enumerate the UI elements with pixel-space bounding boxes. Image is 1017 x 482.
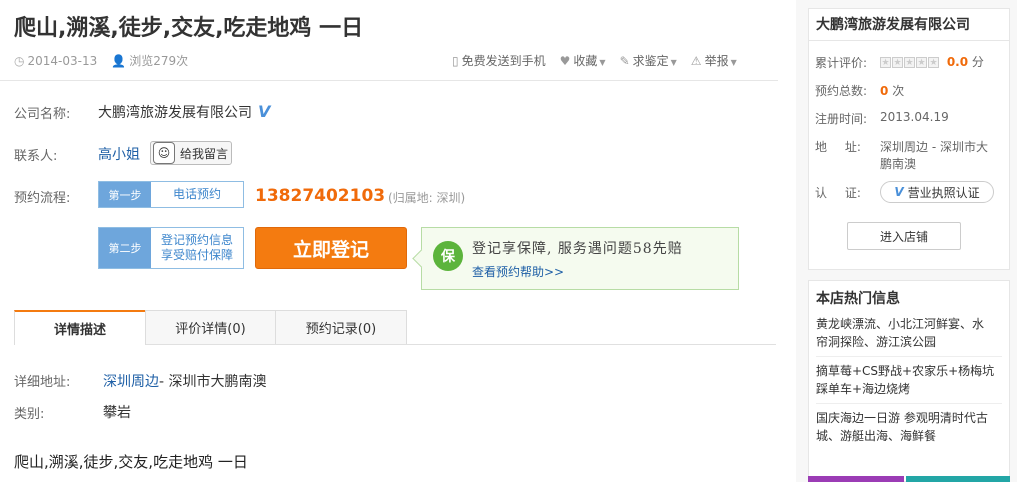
tab-booking-records[interactable]: 预约记录(0) [275, 310, 407, 344]
step-one-text: 电话预约 [172, 187, 221, 201]
description-text: 爬山,溯溪,徒步,交友,吃走地鸡 一日 [14, 453, 248, 471]
phone-region: (归属地: 深圳) [388, 191, 466, 205]
post-date: ◷ 2014-03-13 [14, 53, 98, 68]
action-bar: ▯ 免费发送到手机 ♥ 收藏 ▼ ✎ 求鉴定 ▼ ⚠ 举报 ▼ [452, 52, 737, 69]
registered-label: 注册时间: [815, 112, 868, 126]
send-to-phone-link[interactable]: ▯ 免费发送到手机 [452, 52, 546, 69]
caret-down-icon: ▼ [670, 58, 677, 67]
contact-label: 联系人: [14, 149, 58, 164]
alert-icon: ⚠ [690, 54, 702, 68]
promo-bar[interactable] [906, 476, 1010, 482]
contact-name-link[interactable]: 高小姐 [98, 144, 140, 164]
tag-icon: ✎ [619, 54, 630, 68]
star-icon: ★ [904, 57, 915, 68]
addr-label: 地 址: [815, 140, 861, 154]
page-title: 爬山,溯溪,徒步,交友,吃走地鸡 一日 [14, 16, 364, 41]
rating-label: 累计评价: [815, 56, 868, 70]
registered-value: 2013.04.19 [880, 110, 949, 124]
step-two-badge: 第二步 登记预约信息 享受赔付保障 [98, 227, 244, 269]
shield-icon: 保 [433, 241, 463, 271]
business-license-badge[interactable]: V 营业执照认证 [880, 181, 994, 203]
tab-reviews[interactable]: 评价详情(0) [145, 310, 276, 344]
booking-help-link[interactable]: 查看预约帮助>> [472, 263, 564, 280]
star-icon: ★ [892, 57, 903, 68]
guarantee-pointer [412, 249, 431, 268]
divider [0, 80, 778, 81]
verified-icon: V [258, 102, 271, 121]
category-label: 类别: [14, 407, 45, 422]
rating-stars: ★ ★ ★ ★ ★ [880, 57, 939, 68]
tab-details[interactable]: 详情描述 [14, 310, 146, 345]
leave-message-button[interactable]: ☺ 给我留言 [150, 141, 232, 165]
company-label: 公司名称: [14, 107, 71, 122]
phone-icon: ▯ [452, 54, 459, 68]
step-one-number: 第一步 [99, 182, 151, 207]
heart-icon: ♥ [559, 54, 571, 68]
rating-value: ★ ★ ★ ★ ★ 0.0 分 [880, 55, 984, 69]
address-region-link[interactable]: 深圳周边 [103, 374, 159, 390]
shop-name: 大鹏湾旅游发展有限公司 [816, 17, 970, 33]
view-count: 👤 浏览279次 [111, 54, 189, 68]
star-icon: ★ [928, 57, 939, 68]
addr-line-1: 深圳周边 - 深圳市大 [880, 140, 988, 154]
divider [816, 403, 1002, 404]
star-icon: ★ [916, 57, 927, 68]
hot-item-link[interactable]: 摘草莓+CS野战+农家乐+杨梅坑 踩单车+海边烧烤 [816, 362, 1002, 398]
hot-item-link[interactable]: 国庆海边一日游 参观明清时代古 城、游艇出海、海鲜餐 [816, 409, 1002, 445]
bookings-label: 预约总数: [815, 84, 868, 98]
appraise-menu[interactable]: ✎ 求鉴定 ▼ [620, 52, 677, 69]
star-icon: ★ [880, 57, 891, 68]
step-two-number: 第二步 [99, 228, 151, 268]
category-value: 攀岩 [103, 405, 131, 421]
phone-number: 13827402103 [255, 186, 386, 206]
favorite-menu[interactable]: ♥ 收藏 ▼ [560, 52, 606, 69]
clock-icon: ◷ [14, 53, 25, 68]
caret-down-icon: ▼ [599, 58, 606, 67]
enter-shop-button[interactable]: 进入店铺 [847, 222, 961, 250]
report-menu[interactable]: ⚠ 举报 ▼ [691, 52, 737, 69]
divider [816, 356, 1002, 357]
step-one-badge: 第一步 电话预约 [98, 181, 244, 208]
smiley-icon: ☺ [153, 142, 175, 164]
promo-bar[interactable] [808, 476, 904, 482]
addr-line-2: 鹏南澳 [880, 157, 917, 171]
address-label: 详细地址: [14, 375, 71, 390]
guarantee-box: 保 登记享保障, 服务遇问题58先赔 查看预约帮助>> [412, 227, 739, 290]
company-name: 大鹏湾旅游发展有限公司 V [98, 102, 271, 121]
bookings-value: 0 次 [880, 84, 905, 98]
register-now-button[interactable]: 立即登记 [255, 227, 407, 269]
hot-item-link[interactable]: 黄龙峡漂流、小北江河鲜宴、水 帘洞探险、游江滨公园 [816, 315, 1002, 351]
hot-info-title: 本店热门信息 [816, 291, 900, 307]
divider [808, 40, 1010, 41]
guarantee-text: 登记享保障, 服务遇问题58先赔 [472, 241, 683, 257]
post-meta: ◷ 2014-03-13 👤 浏览279次 [14, 52, 188, 69]
step-two-text: 登记预约信息 享受赔付保障 [160, 233, 233, 262]
user-icon: 👤 [111, 54, 127, 68]
detail-tabs: 详情描述 评价详情(0) 预约记录(0) [14, 310, 776, 345]
verified-icon: V [894, 185, 904, 199]
address-value: 深圳周边- 深圳市大鹏南澳 [103, 374, 267, 390]
cert-label: 认 证: [815, 186, 861, 200]
caret-down-icon: ▼ [730, 58, 737, 67]
flow-label: 预约流程: [14, 191, 71, 206]
